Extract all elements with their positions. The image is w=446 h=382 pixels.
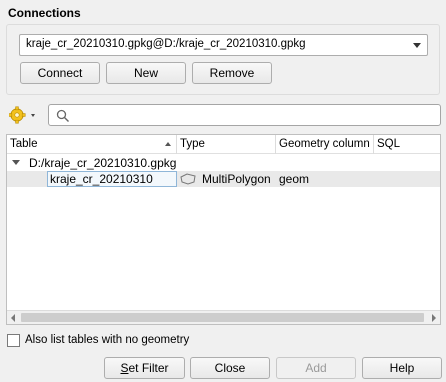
connections-title: Connections bbox=[8, 6, 81, 20]
scroll-right-icon[interactable] bbox=[432, 314, 436, 322]
scrollbar-thumb[interactable] bbox=[21, 313, 424, 322]
no-geometry-checkbox[interactable] bbox=[7, 334, 20, 347]
connect-button[interactable]: Connect bbox=[20, 62, 100, 84]
column-header-geometry[interactable]: Geometry column bbox=[276, 135, 374, 154]
tree-group-row[interactable]: D:/kraje_cr_20210310.gpkg bbox=[7, 155, 440, 171]
add-button[interactable]: Add bbox=[276, 357, 356, 379]
geometry-type-cell: MultiPolygon bbox=[202, 172, 271, 186]
table-name-cell[interactable]: kraje_cr_20210310 bbox=[47, 171, 177, 187]
gear-icon bbox=[8, 106, 35, 124]
remove-button[interactable]: Remove bbox=[192, 62, 272, 84]
table-header: Table Type Geometry column SQL bbox=[7, 135, 440, 154]
column-header-table[interactable]: Table bbox=[7, 135, 177, 154]
column-header-sql[interactable]: SQL bbox=[374, 135, 440, 154]
connection-select-value: kraje_cr_20210310.gpkg@D:/kraje_cr_20210… bbox=[26, 38, 306, 50]
horizontal-scrollbar[interactable] bbox=[7, 310, 440, 324]
set-filter-button[interactable]: Set Filter bbox=[104, 357, 185, 379]
scroll-left-icon[interactable] bbox=[11, 314, 15, 322]
group-path: D:/kraje_cr_20210310.gpkg bbox=[29, 156, 177, 170]
close-button[interactable]: Close bbox=[190, 357, 270, 379]
table-row[interactable]: kraje_cr_20210310 MultiPolygon geom bbox=[7, 171, 440, 187]
help-button[interactable]: Help bbox=[362, 357, 442, 379]
no-geometry-label[interactable]: Also list tables with no geometry bbox=[25, 334, 189, 346]
expand-arrow-icon[interactable] bbox=[12, 160, 20, 165]
geometry-column-cell: geom bbox=[279, 172, 310, 186]
polygon-icon bbox=[180, 173, 196, 185]
chevron-down-icon bbox=[413, 43, 421, 48]
new-button[interactable]: New bbox=[106, 62, 186, 84]
search-icon bbox=[56, 109, 69, 122]
layers-table[interactable]: Table Type Geometry column SQL D:/kraje_… bbox=[6, 134, 441, 325]
sort-ascending-icon bbox=[165, 142, 171, 146]
column-header-type[interactable]: Type bbox=[177, 135, 276, 154]
connection-select[interactable]: kraje_cr_20210310.gpkg@D:/kraje_cr_20210… bbox=[19, 34, 428, 56]
search-input[interactable] bbox=[48, 104, 441, 126]
filter-options-button[interactable] bbox=[8, 106, 37, 124]
dropdown-arrow-icon bbox=[31, 114, 35, 117]
